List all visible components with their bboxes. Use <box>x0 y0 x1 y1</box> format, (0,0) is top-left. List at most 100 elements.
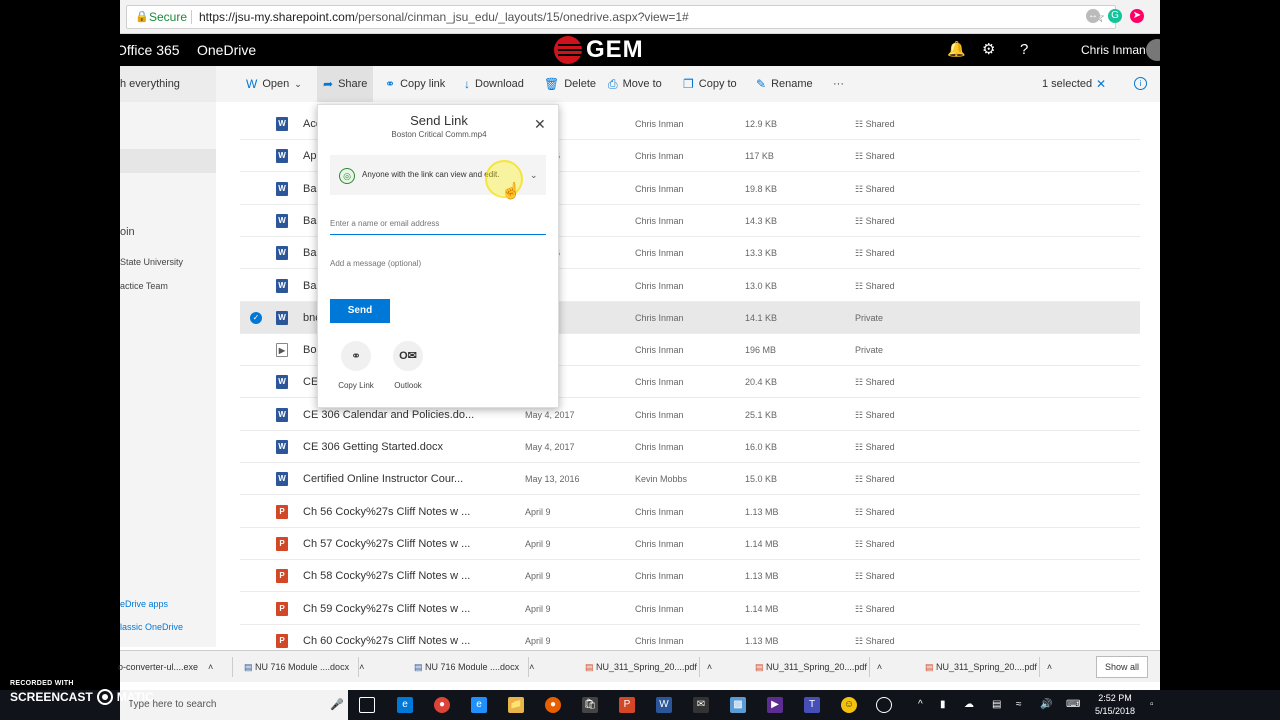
recipient-input[interactable] <box>330 213 546 235</box>
info-icon[interactable]: i <box>1134 77 1147 90</box>
notifications-icon[interactable]: ▫ <box>1150 697 1154 713</box>
user-name[interactable]: Chris Inman <box>1081 34 1146 66</box>
tray-chevron-icon[interactable]: ^ <box>918 697 923 713</box>
task-view-icon[interactable] <box>359 697 375 713</box>
copy-link-button[interactable]: ⚭ Copy link <box>385 66 445 102</box>
file-row[interactable]: P Ch 56 Cocky%27s Cliff Notes w ... April … <box>240 496 1140 528</box>
onedrive-apps-link[interactable]: eDrive apps <box>120 599 168 609</box>
download-item[interactable]: ▤ NU_311_Spring_20....pdf ˄ <box>925 651 1052 683</box>
send-button[interactable]: Send <box>330 299 390 323</box>
file-name[interactable]: Ch 58 Cocky%27s Cliff Notes w ... <box>303 560 513 592</box>
ie-icon[interactable]: e <box>471 697 487 713</box>
share-icon: ➦ <box>323 77 334 91</box>
file-row[interactable]: P Ch 59 Cocky%27s Cliff Notes w ... April … <box>240 593 1140 625</box>
file-name[interactable]: CE 306 Getting Started.docx <box>303 431 513 463</box>
volume-icon[interactable]: 🔊 <box>1040 697 1052 713</box>
rename-button[interactable]: ✎ Rename <box>756 66 813 102</box>
file-explorer-icon[interactable]: 📁 <box>508 697 524 713</box>
file-row[interactable]: P Ch 57 Cocky%27s Cliff Notes w ... April … <box>240 528 1140 560</box>
clear-selection-icon[interactable]: ✕ <box>1096 66 1106 102</box>
download-item[interactable]: o-converter-ul....exe ˄ <box>118 651 213 683</box>
record-icon[interactable] <box>876 697 892 713</box>
delete-button[interactable]: 🗑 Delete <box>544 66 596 102</box>
chevron-up-icon[interactable]: ˄ <box>707 662 712 672</box>
app-icon[interactable]: ▩ <box>730 697 746 713</box>
grammarly-icon[interactable]: G <box>1108 9 1122 23</box>
download-item[interactable]: ▤ NU_311_Spring_20....pdf ˄ <box>755 651 882 683</box>
checkmark-icon[interactable]: ✓ <box>250 311 262 324</box>
show-all-button[interactable]: Show all <box>1096 656 1149 678</box>
extension-icon[interactable]: ↔ <box>1086 9 1100 23</box>
file-sharing-text: Shared <box>865 151 895 162</box>
onedrive-link[interactable]: OneDrive <box>197 34 256 66</box>
nav-site-university[interactable]: State University <box>120 257 183 267</box>
gear-icon[interactable]: ⚙ <box>982 34 995 66</box>
network-icon[interactable]: ▤ <box>992 697 1001 713</box>
lock-icon: 🔒 <box>135 11 149 23</box>
watermark-matic: MATIC <box>116 690 154 704</box>
file-name[interactable]: Certified Online Instructor Cour... <box>303 463 513 495</box>
battery-icon[interactable]: ▮ <box>940 697 946 713</box>
teams-icon[interactable]: T <box>804 697 820 713</box>
word-file-icon: W <box>276 246 288 261</box>
media-icon[interactable]: ▶ <box>767 697 783 713</box>
more-button[interactable]: ··· <box>833 66 844 102</box>
close-icon[interactable]: ✕ <box>534 117 546 131</box>
file-name[interactable]: Ch 57 Cocky%27s Cliff Notes w ... <box>303 528 513 560</box>
chevron-up-icon[interactable]: ˄ <box>877 662 882 672</box>
download-item[interactable]: ▤ NU 716 Module ....docx ˄ <box>244 651 364 683</box>
powerpoint-icon[interactable]: P <box>619 697 635 713</box>
keyboard-icon[interactable]: ⌨ <box>1066 697 1080 713</box>
copy-to-button[interactable]: ❐ Copy to <box>683 66 737 102</box>
open-button[interactable]: W Open ⌄ <box>246 66 302 102</box>
file-row[interactable]: P Ch 58 Cocky%27s Cliff Notes w ... April … <box>240 560 1140 593</box>
nav-site-practice-team[interactable]: actice Team <box>120 281 168 291</box>
download-button[interactable]: ↓ Download <box>464 66 524 102</box>
help-icon[interactable]: ? <box>1020 34 1028 66</box>
onedrive-cloud-icon[interactable]: ☁ <box>964 697 974 713</box>
download-item[interactable]: ▤ NU 716 Module ....docx ˄ <box>414 651 534 683</box>
file-name[interactable]: Ch 59 Cocky%27s Cliff Notes w ... <box>303 593 513 625</box>
search-box[interactable]: h everything <box>120 66 216 102</box>
url-field[interactable]: 🔒 Secure https://jsu-my.sharepoint.com/p… <box>126 5 1116 29</box>
rename-label: Rename <box>771 78 813 90</box>
bell-icon[interactable]: 🔔 <box>947 34 966 66</box>
download-item[interactable]: ▤ NU_311_Spring_20....pdf ˄ <box>585 651 712 683</box>
file-size: 1.14 MB <box>745 538 779 549</box>
file-sharing-text: Shared <box>865 442 895 452</box>
emoji-icon[interactable]: ☺ <box>841 697 857 713</box>
extension-arrow-icon[interactable]: ➤ <box>1130 9 1144 23</box>
microphone-icon[interactable]: 🎤 <box>330 690 344 720</box>
move-to-label: Move to <box>622 78 662 90</box>
file-row[interactable]: W Certified Online Instructor Cour... May … <box>240 463 1140 496</box>
move-to-button[interactable]: ⎙ Move to <box>608 66 662 102</box>
chrome-icon[interactable]: ● <box>434 697 450 713</box>
outlook-option[interactable]: O✉ Outlook <box>383 341 433 401</box>
chevron-up-icon[interactable]: ˄ <box>1047 662 1052 672</box>
file-name[interactable]: Ch 56 Cocky%27s Cliff Notes w ... <box>303 496 513 528</box>
office-365-link[interactable]: Office 365 <box>120 34 180 66</box>
share-button[interactable]: ➦ Share <box>317 66 374 102</box>
shared-people-icon: ☷ <box>855 506 866 517</box>
copy-link-option[interactable]: ⚭ Copy Link <box>331 341 381 401</box>
chevron-up-icon[interactable]: ˄ <box>529 662 534 672</box>
avatar[interactable] <box>1146 39 1160 61</box>
taskbar-clock[interactable]: 2:52 PM 5/15/2018 <box>1090 692 1140 718</box>
url-text: https://jsu-my.sharepoint.com/personal/c… <box>199 6 689 28</box>
firefox-icon[interactable]: ● <box>545 697 561 713</box>
chevron-up-icon[interactable]: ˄ <box>208 662 213 672</box>
message-input[interactable] <box>330 252 546 274</box>
chevron-up-icon[interactable]: ˄ <box>359 662 364 672</box>
word-taskbar-icon[interactable]: W <box>656 697 672 713</box>
file-row[interactable]: W CE 306 Getting Started.docx May 4, 2017 C… <box>240 431 1140 463</box>
file-sharing-text: Shared <box>865 603 895 614</box>
wifi-icon[interactable]: ≈ <box>1016 697 1022 713</box>
file-modified-by: Chris Inman <box>635 215 684 226</box>
edge-icon[interactable]: e <box>397 697 413 713</box>
taskbar-search[interactable]: Type here to search 🎤 <box>120 690 348 720</box>
mail-icon[interactable]: ✉ <box>693 697 709 713</box>
classic-onedrive-link[interactable]: lassic OneDrive <box>120 622 183 632</box>
file-sharing: ☷ Shared <box>855 366 895 398</box>
store-icon[interactable]: 🛍 <box>582 697 598 713</box>
file-modified-by: Chris Inman <box>635 377 684 388</box>
